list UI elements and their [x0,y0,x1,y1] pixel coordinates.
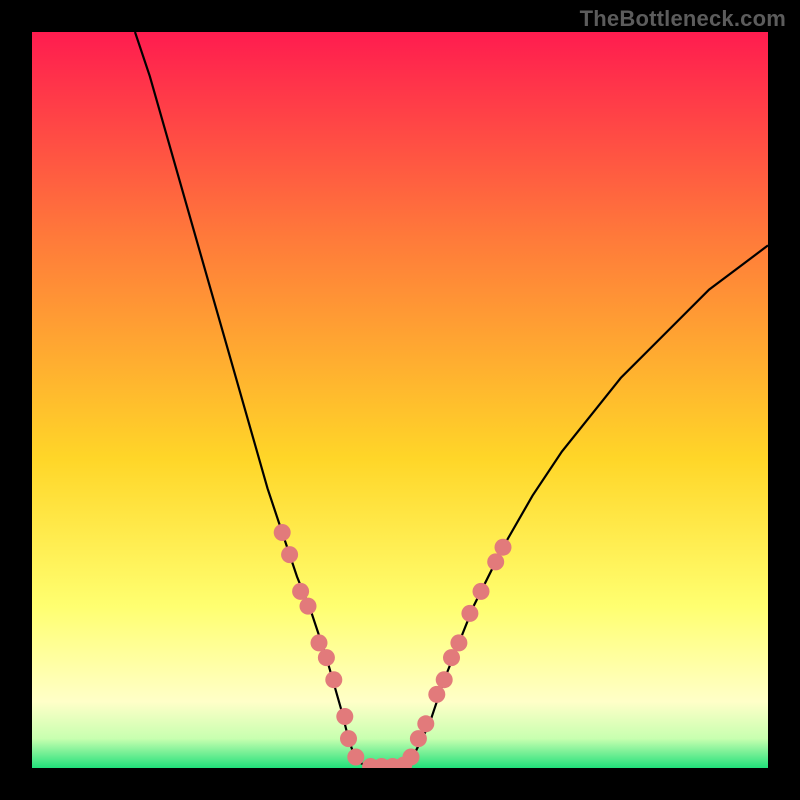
data-marker [461,605,478,622]
plot-area [32,32,768,768]
data-marker [473,583,490,600]
data-marker [336,708,353,725]
data-marker [450,634,467,651]
data-marker [318,649,335,666]
watermark-text: TheBottleneck.com [580,6,786,32]
data-marker [311,634,328,651]
data-marker [403,749,420,766]
data-marker [340,730,357,747]
data-marker [436,671,453,688]
data-marker [487,553,504,570]
data-marker [428,686,445,703]
data-marker [292,583,309,600]
data-marker [410,730,427,747]
gradient-background [32,32,768,768]
data-marker [325,671,342,688]
data-marker [443,649,460,666]
chart-frame: TheBottleneck.com [0,0,800,800]
data-marker [417,715,434,732]
data-marker [347,749,364,766]
data-marker [495,539,512,556]
data-marker [300,598,317,615]
bottleneck-chart [32,32,768,768]
data-marker [281,546,298,563]
data-marker [274,524,291,541]
